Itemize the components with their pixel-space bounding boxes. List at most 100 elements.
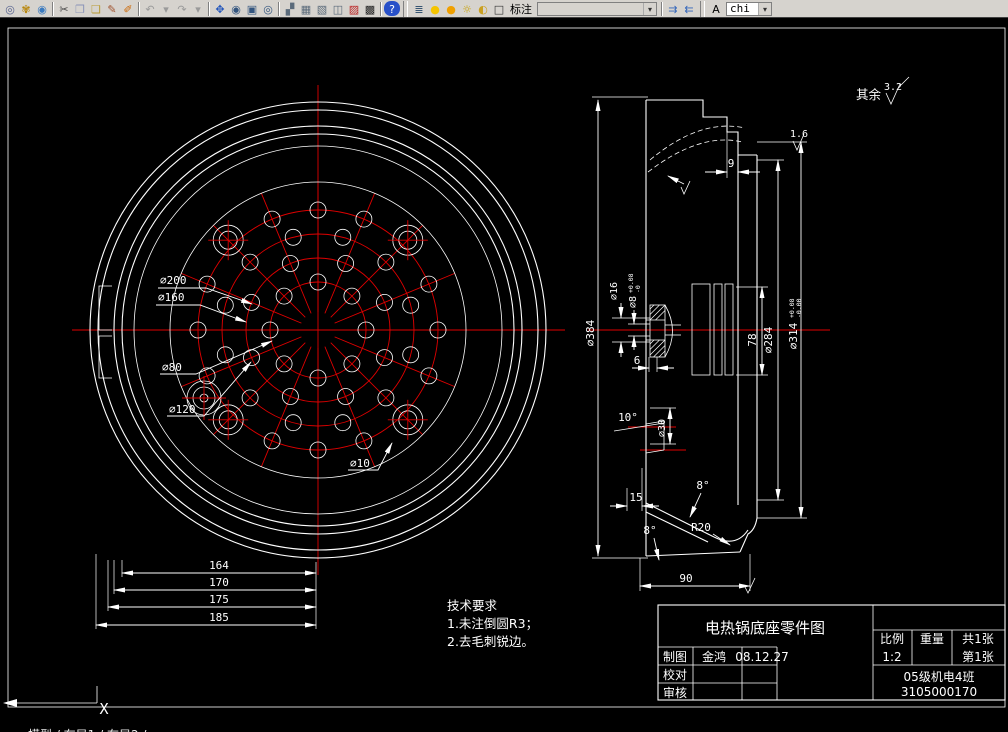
zoom-window-icon[interactable]: ▣ [244, 1, 260, 16]
layer-translate-icon[interactable]: ⇉ [665, 1, 681, 16]
dim-label-d284: ⌀284 [762, 326, 775, 353]
dim-label-9: 9 [728, 157, 735, 170]
dim-label-d30: ⌀30 [657, 419, 668, 437]
dim-label-r20: R20 [691, 521, 711, 534]
drawing-canvas[interactable]: ⌀200 ⌀160 ⌀80 ⌀120 ⌀10 164 170 175 185 ⌀… [0, 18, 1008, 720]
dim-label-d16: ⌀16 [609, 282, 620, 300]
toolbar-separator [138, 1, 140, 16]
surface-finish-note: 其余 3.2 [856, 76, 910, 105]
draw-date: 08.12.27 [735, 650, 788, 664]
plot-icon[interactable]: ◫ [330, 1, 346, 16]
toolbar-separator [700, 0, 705, 17]
redo-icon[interactable]: ↷ [174, 1, 190, 16]
application-window: ◎ ✾ ◉ ✂ ❐ ❏ ✎ ✐ ↶ ▾ ↷ ▾ ✥ ◉ ▣ ◎ ▞ ▦ ▧ ◫ ▨ ▩? ≣ ● ● ☼ ◐ □ 标注 ▾ ⇉ ⇇ Achi ▾ [0, 0, 1008, 732]
toolbar-separator [380, 1, 382, 16]
calculator-icon[interactable]: ▩ [362, 1, 378, 16]
quick-select-icon[interactable]: ▞ [282, 1, 298, 16]
roughness-icon [743, 577, 756, 594]
dim-label-d10: ⌀10 [350, 457, 370, 470]
dim-label-8deg-b: 8° [643, 524, 656, 537]
dim-label-d160: ⌀160 [158, 291, 185, 304]
undo-dropdown-icon[interactable]: ▾ [158, 1, 174, 16]
layer-lock-icon[interactable]: ◐ [475, 1, 491, 16]
chevron-down-icon[interactable]: ▾ [758, 2, 771, 15]
svg-text:其余: 其余 [856, 87, 882, 102]
toolbar-separator [661, 1, 663, 16]
layer-on-icon[interactable]: ● [427, 1, 443, 16]
help-icon[interactable]: ? [384, 1, 400, 16]
layers-icon[interactable]: ≣ [411, 1, 427, 16]
copy-icon[interactable]: ❐ [72, 1, 88, 16]
layer-states-icon[interactable]: ⇇ [681, 1, 697, 16]
layer-freeze-icon[interactable]: ☼ [459, 1, 475, 16]
dim-label-170: 170 [209, 576, 229, 589]
ucs-x-label: X [99, 700, 108, 718]
markup-icon[interactable]: ▨ [346, 1, 362, 16]
svg-text:1.未注倒圆R3；: 1.未注倒圆R3； [447, 616, 538, 631]
text-style-combo-value: chi [730, 2, 750, 15]
text-style-icon[interactable]: A [708, 1, 724, 16]
toolbar-separator [52, 1, 54, 16]
sheet-no: 第1张 [962, 650, 994, 664]
dim-label-6: 6 [634, 354, 641, 367]
dim-label-185: 185 [209, 611, 229, 624]
svg-text:⌀314: ⌀314 [787, 322, 800, 349]
toolbar-separator [403, 0, 408, 17]
scale-value: 1:2 [882, 650, 901, 664]
undo-icon[interactable]: ↶ [142, 1, 158, 16]
dim-label-d80: ⌀80 [162, 361, 182, 374]
chevron-down-icon[interactable]: ▾ [643, 2, 656, 15]
preview-icon[interactable]: ◎ [2, 1, 18, 16]
sheets-total: 共1张 [962, 632, 994, 646]
pan-icon[interactable]: ✥ [212, 1, 228, 16]
sphere-icon[interactable]: ◉ [34, 1, 50, 16]
paste-icon[interactable]: ❏ [88, 1, 104, 16]
match-properties-icon[interactable]: ✐ [120, 1, 136, 16]
redo-dropdown-icon[interactable]: ▾ [190, 1, 206, 16]
toolbar-separator [278, 1, 280, 16]
zoom-realtime-icon[interactable]: ◉ [228, 1, 244, 16]
org-name: 05级机电4班 [904, 670, 975, 684]
surface-roughness-value: 3.2 [884, 82, 902, 93]
toolbar-separator [208, 1, 210, 16]
dim-label-90: 90 [679, 572, 692, 585]
dim-label-d200: ⌀200 [160, 274, 187, 287]
dim-label-175: 175 [209, 593, 229, 606]
main-toolbar: ◎ ✾ ◉ ✂ ❐ ❏ ✎ ✐ ↶ ▾ ↷ ▾ ✥ ◉ ▣ ◎ ▞ ▦ ▧ ◫ ▨ ▩? ≣ ● ● ☼ ◐ □ 标注 ▾ ⇉ ⇇ Achi ▾ [0, 0, 1008, 18]
dim-style-label: 标注 [510, 2, 532, 16]
section-hatch [649, 304, 666, 358]
dim-label-15: 15 [629, 491, 642, 504]
svg-text:-0: -0 [634, 285, 642, 293]
dim-style-combo[interactable]: ▾ [537, 1, 657, 16]
dim-label-d8: ⌀8 +0.08 -0 [627, 273, 642, 308]
technical-requirements: 技术要求 1.未注倒圆R3； 2.去毛刺锐边。 [447, 598, 538, 649]
cut-icon[interactable]: ✂ [56, 1, 72, 16]
scale-label: 比例 [880, 632, 904, 646]
layer-square-icon[interactable]: □ [491, 1, 507, 16]
layout-tab-labels[interactable]: 模型 / 布局1 / 布局2 / [28, 728, 146, 732]
table-icon[interactable]: ▦ [298, 1, 314, 16]
zoom-previous-icon[interactable]: ◎ [260, 1, 276, 16]
text-style-combo[interactable]: chi ▾ [726, 1, 772, 16]
side-view-dimensions: ⌀384 ⌀16 ⌀8 +0.08 -0 6 9 1.6 78 ⌀284 ⌀31… [584, 96, 808, 594]
front-view [72, 85, 565, 575]
weight-label: 重量 [920, 632, 944, 646]
svg-text:技术要求: 技术要求 [447, 598, 498, 613]
check-label: 校对 [663, 667, 687, 682]
ucs-icon: X [3, 686, 109, 718]
render-icon[interactable]: ✾ [18, 1, 34, 16]
svg-text:-0.00: -0.00 [795, 298, 803, 318]
layout-tabs[interactable]: 模型 / 布局1 / 布局2 / [0, 720, 1008, 732]
pencil-edit-icon[interactable]: ✎ [104, 1, 120, 16]
draw-label: 制图 [663, 650, 687, 664]
draw-name: 金鸿 [702, 649, 726, 664]
dim-label-8deg-a: 8° [696, 479, 709, 492]
student-no: 3105000170 [901, 685, 977, 699]
front-view-dimensions: ⌀200 ⌀160 ⌀80 ⌀120 ⌀10 164 170 175 185 [95, 274, 393, 629]
dim-label-10deg: 10° [618, 411, 638, 424]
layer-color-icon[interactable]: ● [443, 1, 459, 16]
dim-label-d384: ⌀384 [584, 319, 597, 346]
sheet-set-icon[interactable]: ▧ [314, 1, 330, 16]
drawing-title: 电热锅底座零件图 [705, 619, 825, 637]
dim-label-d120: ⌀120 [169, 403, 196, 416]
